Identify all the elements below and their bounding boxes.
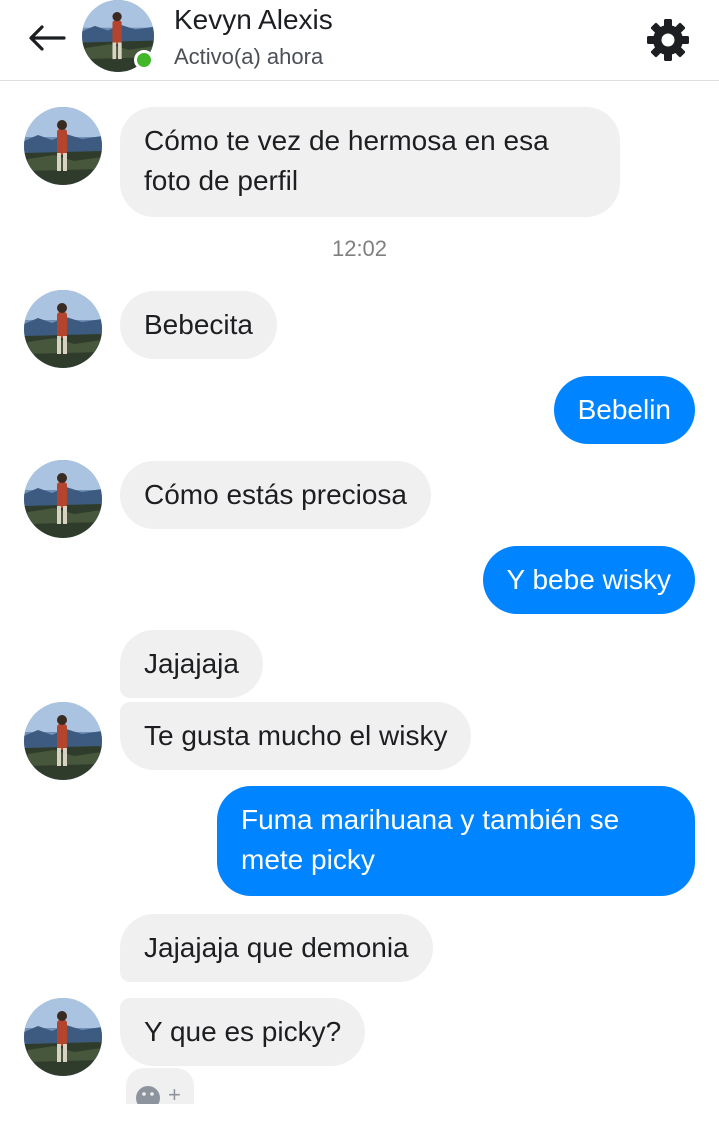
- settings-button[interactable]: [644, 16, 692, 64]
- outgoing-message[interactable]: Bebelin: [553, 376, 695, 444]
- sender-avatar[interactable]: [24, 702, 102, 780]
- incoming-message[interactable]: Cómo estás preciosa: [120, 461, 432, 529]
- incoming-message[interactable]: Jajajaja que demonia: [120, 914, 433, 982]
- outgoing-message[interactable]: Fuma marihuana y también se mete picky: [217, 786, 695, 896]
- message-timestamp: 12:02: [331, 236, 388, 261]
- incoming-message[interactable]: Jajajaja: [120, 630, 263, 698]
- message-line: mete picky: [241, 844, 375, 875]
- sender-avatar[interactable]: [24, 460, 102, 538]
- sender-avatar[interactable]: [24, 998, 102, 1076]
- incoming-message[interactable]: Cómo te vez de hermosa en esa foto de pe…: [120, 107, 620, 217]
- sender-avatar[interactable]: [24, 107, 102, 185]
- contact-name[interactable]: Kevyn Alexis: [174, 4, 333, 36]
- emoji-add-icon: +: [136, 1082, 181, 1104]
- outgoing-message[interactable]: Y bebe wisky: [482, 546, 695, 614]
- incoming-message[interactable]: Te gusta mucho el wisky: [120, 702, 472, 770]
- message-line: foto de perfil: [144, 165, 299, 196]
- contact-status: Activo(a) ahora: [174, 44, 324, 69]
- message-line: Fuma marihuana y también se: [241, 804, 620, 835]
- sender-avatar[interactable]: [24, 290, 102, 368]
- chat-header: Kevyn Alexis Activo(a) ahora: [0, 0, 719, 81]
- arrow-left-icon: [29, 25, 66, 51]
- message-line: Cómo te vez de hermosa en esa: [144, 125, 549, 156]
- online-indicator: [134, 50, 154, 70]
- back-button[interactable]: [24, 18, 68, 58]
- plus-label: +: [168, 1082, 181, 1104]
- incoming-message[interactable]: Y que es picky?: [120, 998, 366, 1066]
- gear-icon: [647, 19, 689, 61]
- incoming-message[interactable]: Bebecita: [120, 291, 277, 359]
- add-reaction-button[interactable]: +: [126, 1068, 194, 1104]
